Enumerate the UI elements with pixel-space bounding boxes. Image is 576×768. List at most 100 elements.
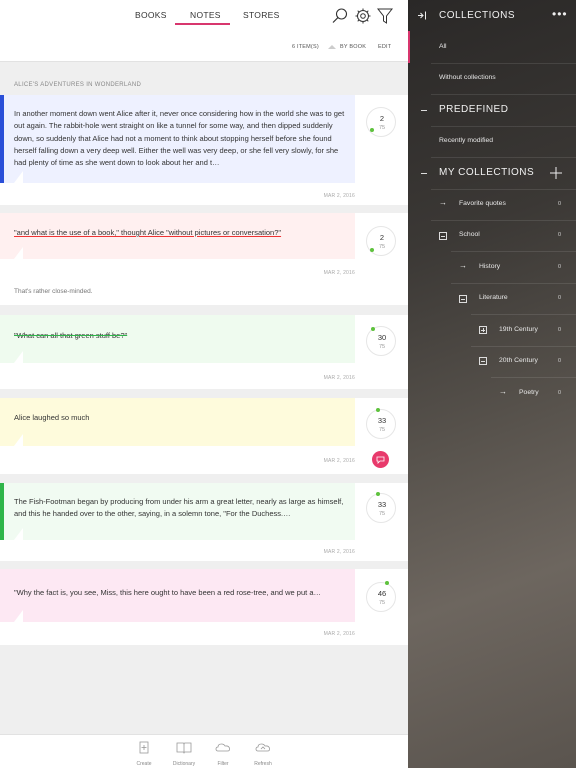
collapse-panel-icon[interactable] (417, 10, 427, 21)
divider (471, 346, 576, 347)
collection-item[interactable]: History (479, 263, 500, 270)
note-card[interactable]: The Fish-Footman began by producing from… (0, 483, 408, 561)
more-icon[interactable]: ••• (552, 7, 568, 21)
note-date: MAR 2, 2016 (323, 193, 355, 199)
divider (451, 251, 576, 252)
divider (451, 283, 576, 284)
note-card[interactable]: "and what is the use of a book," thought… (0, 213, 408, 305)
bottom-toolbar: Create Dictionary Filter Refresh (0, 734, 408, 768)
predefined-title: PREDEFINED (439, 104, 509, 115)
collection-item[interactable]: School (459, 231, 480, 238)
tab-stores[interactable]: STORES (243, 10, 280, 20)
progress-dot (376, 492, 380, 496)
collapse-box-icon[interactable] (439, 232, 447, 240)
note-text: "What can all that green stuff be?" (14, 331, 128, 340)
note-text: The Fish-Footman began by producing from… (14, 497, 344, 519)
collections-title: COLLECTIONS (439, 10, 516, 21)
tab-notes[interactable]: NOTES (190, 10, 221, 20)
note-card[interactable]: "What can all that green stuff be?" MAR … (0, 315, 408, 389)
collection-count: 0 (557, 390, 561, 396)
dictionary-label: Dictionary (172, 761, 196, 767)
note-date: MAR 2, 2016 (323, 375, 355, 381)
filter-icon[interactable] (376, 7, 394, 25)
note-fold (14, 528, 23, 540)
create-button[interactable]: Create (124, 741, 164, 767)
divider (431, 220, 576, 221)
sort-icon (328, 45, 336, 49)
note-fold (14, 171, 23, 183)
dictionary-icon (176, 742, 192, 754)
collection-item[interactable]: 19th Century (499, 326, 538, 333)
progress-ring: 33 75 (366, 408, 396, 439)
expand-box-icon[interactable] (479, 326, 487, 334)
collection-item[interactable]: 20th Century (499, 357, 538, 364)
refresh-button[interactable]: Refresh (243, 741, 283, 767)
page-number: 2 (379, 114, 385, 123)
note-fold (14, 247, 23, 259)
page-number: 46 (377, 589, 387, 598)
settings-icon[interactable] (354, 7, 372, 25)
arrow-right-icon: → (459, 261, 467, 270)
note-date: MAR 2, 2016 (323, 549, 355, 555)
list-toolbar: 6 ITEM(S) BY BOOK EDIT (0, 36, 408, 62)
page-number: 33 (377, 500, 387, 509)
page-total: 75 (378, 344, 386, 350)
progress-dot (376, 408, 380, 412)
note-text: Alice laughed so much (14, 413, 90, 422)
filter-button[interactable]: Filter (203, 741, 243, 767)
page-total: 75 (378, 600, 386, 606)
create-icon (139, 741, 149, 754)
notes-pane: BOOKS NOTES STORES 6 ITEM(S) BY BOOK EDI… (0, 0, 408, 768)
note-text: "Why the fact is, you see, Miss, this he… (14, 588, 321, 597)
collapse-box-icon[interactable] (459, 295, 467, 303)
divider (431, 63, 576, 64)
sort-by-book-button[interactable]: BY BOOK (340, 44, 366, 50)
comment-icon[interactable] (372, 451, 389, 468)
note-color-stripe (0, 95, 4, 183)
note-fold (14, 351, 23, 363)
divider (431, 157, 576, 158)
edit-button[interactable]: EDIT (378, 44, 391, 50)
search-icon[interactable] (331, 7, 349, 25)
note-text: In another moment down went Alice after … (14, 109, 345, 168)
add-icon[interactable] (549, 166, 563, 180)
progress-ring: 46 75 (366, 581, 396, 612)
create-label: Create (136, 761, 152, 767)
refresh-cloud-icon (255, 743, 270, 752)
my-collections-title: MY COLLECTIONS (439, 167, 535, 178)
dictionary-button[interactable]: Dictionary (164, 741, 204, 767)
progress-ring: 2 75 (366, 107, 396, 137)
collection-without[interactable]: Without collections (439, 74, 496, 81)
page-total: 75 (378, 427, 386, 433)
arrow-right-icon: → (439, 198, 447, 207)
note-card[interactable]: "Why the fact is, you see, Miss, this he… (0, 569, 408, 645)
progress-dot (370, 128, 374, 132)
active-item-indicator (408, 31, 410, 63)
note-date: MAR 2, 2016 (323, 270, 355, 276)
active-tab-indicator (175, 23, 230, 25)
collection-count: 0 (557, 264, 561, 270)
divider (431, 126, 576, 127)
collection-count: 0 (557, 232, 561, 238)
progress-ring: 30 75 (366, 326, 396, 356)
filter-label: Filter (217, 761, 229, 767)
collection-count: 0 (557, 358, 561, 364)
refresh-label: Refresh (254, 761, 272, 767)
collection-all[interactable]: All (439, 43, 447, 50)
collapse-box-icon[interactable] (479, 357, 487, 365)
divider (491, 377, 576, 378)
collections-sidebar: COLLECTIONS ••• All Without collections … (408, 0, 576, 768)
note-card[interactable]: In another moment down went Alice after … (0, 95, 408, 205)
note-fold (14, 434, 23, 446)
note-card[interactable]: Alice laughed so much MAR 2, 2016 33 75 (0, 398, 408, 474)
collapse-predefined-icon[interactable] (421, 110, 427, 111)
collection-item[interactable]: Literature (479, 294, 508, 301)
collapse-my-collections-icon[interactable] (421, 173, 427, 174)
collection-item[interactable]: Poetry (519, 389, 539, 396)
page-number: 30 (377, 333, 387, 342)
divider (431, 94, 576, 95)
collection-item[interactable]: Favorite quotes (459, 200, 506, 207)
tab-books[interactable]: BOOKS (135, 10, 167, 20)
arrow-right-icon: → (499, 387, 507, 396)
collection-recently-modified[interactable]: Recently modified (439, 137, 493, 144)
